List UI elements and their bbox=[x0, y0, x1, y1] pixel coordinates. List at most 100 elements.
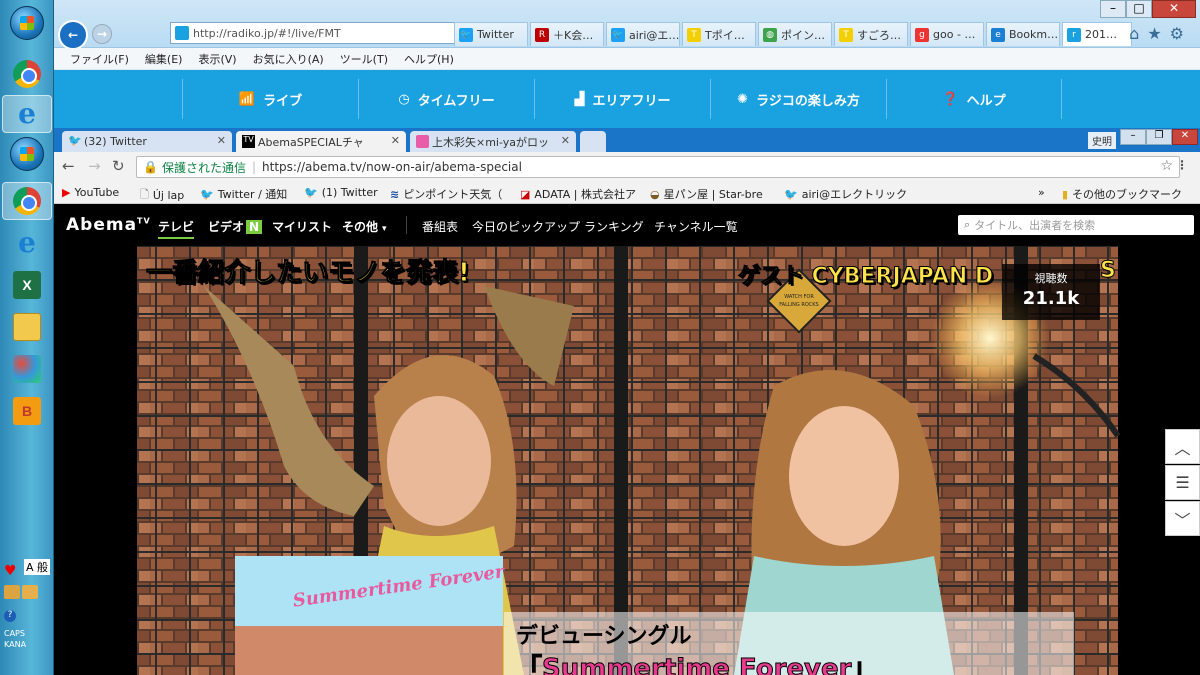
abema-nav-pickup[interactable]: 今日のピックアップ bbox=[472, 218, 580, 235]
abema-favicon-icon: TV bbox=[242, 135, 255, 148]
bookmark-youtube[interactable]: ▶ YouTube bbox=[62, 186, 119, 199]
minimize-button[interactable]: – bbox=[1100, 0, 1126, 18]
search-icon: ⌕ bbox=[964, 218, 971, 231]
other-bookmarks[interactable]: ▮ その他のブックマーク bbox=[1062, 186, 1182, 202]
taskbar-paint[interactable] bbox=[2, 350, 52, 388]
bookmark-airi[interactable]: 🐦 airi@エレクトリック bbox=[784, 186, 907, 202]
ie-home-fav-gear-icons[interactable]: ⌂★⚙ bbox=[1129, 24, 1192, 43]
radiko-favicon-icon bbox=[175, 26, 189, 40]
close-button[interactable]: ✕ bbox=[1152, 0, 1196, 18]
chrome-icon bbox=[13, 187, 41, 215]
ie-tab[interactable]: T すごろ… bbox=[834, 22, 908, 46]
abema-nav-other[interactable]: その他 ▾ bbox=[342, 218, 387, 235]
minimize-button[interactable]: – bbox=[1120, 129, 1146, 145]
bookmarks-overflow-icon[interactable]: » bbox=[1038, 186, 1045, 199]
tray-app-icon[interactable] bbox=[22, 585, 38, 599]
app-shortcut-icon: B bbox=[13, 397, 41, 425]
weather-icon: ≋ bbox=[390, 187, 400, 201]
caption-right-tail: S bbox=[1100, 258, 1117, 284]
abema-search-input[interactable]: ⌕ タイトル、出演者を検索 bbox=[958, 215, 1194, 235]
chrome-tab-mi-ya[interactable]: 上木彩矢×mi-yaがロッ ✕ bbox=[410, 131, 576, 152]
bookmark-weather[interactable]: ≋ ピンポイント天気（ bbox=[390, 186, 502, 202]
tray-app-icon[interactable] bbox=[4, 585, 20, 599]
svg-text:FALLING ROCKS: FALLING ROCKS bbox=[779, 302, 818, 308]
close-button[interactable]: ✕ bbox=[1172, 129, 1198, 145]
abema-nav-tv[interactable]: テレビ bbox=[158, 218, 195, 239]
channel-list-button[interactable]: ☰ bbox=[1165, 465, 1200, 500]
debut-label: デビューシングル bbox=[516, 624, 692, 649]
back-arrow-icon[interactable]: ← bbox=[58, 20, 88, 50]
menu-file[interactable]: ファイル(F) bbox=[54, 51, 137, 67]
chrome-tab-abema[interactable]: TV AbemaSPECIALチャ ✕ bbox=[236, 131, 406, 152]
video-player[interactable]: WATCH FOR FALLING ROCKS 一番紹介したいモノを発表! ゲス… bbox=[54, 246, 1200, 675]
ime-indicator[interactable]: A 般 bbox=[24, 559, 51, 575]
bookmark-star-icon[interactable]: ☆ bbox=[1160, 158, 1173, 174]
bookmark-adata[interactable]: ◪ ADATA | 株式会社ア bbox=[520, 186, 636, 202]
chrome-user-badge[interactable]: 史明 bbox=[1088, 132, 1116, 149]
ie-tab[interactable]: ◍ ポイン… bbox=[758, 22, 832, 46]
help-icon[interactable]: ? bbox=[4, 610, 16, 622]
ie-tab[interactable]: 🐦 Twitter bbox=[454, 22, 528, 46]
forward-arrow-icon[interactable]: → bbox=[88, 157, 101, 175]
bookmarks-bar: ▶ YouTube 🗋 Új lap 🐦 Twitter / 通知 🐦 (1) Twit… bbox=[54, 182, 1200, 204]
chrome-omnibox[interactable]: 🔒 保護された通信 | https://abema.tv/now-on-air/… bbox=[136, 156, 1180, 178]
chrome-menu-icon[interactable]: ⋮ bbox=[1176, 158, 1188, 172]
ie-tab[interactable]: T Tポイ… bbox=[682, 22, 756, 46]
bookmark-star-bread[interactable]: ◒ 星パン屋 | Star-bre bbox=[650, 186, 763, 202]
taskbar-chrome[interactable] bbox=[2, 55, 52, 93]
abema-nav-schedule[interactable]: 番組表 bbox=[422, 218, 458, 235]
radiko-nav-howto[interactable]: ✺ ラジコの楽しみ方 bbox=[710, 79, 886, 119]
menu-tools[interactable]: ツール(T) bbox=[332, 51, 396, 67]
start-button[interactable] bbox=[2, 4, 52, 42]
viewer-count-box: 視聴数 21.1k bbox=[1002, 264, 1100, 320]
taskbar-ie[interactable]: e bbox=[2, 95, 52, 133]
taskbar-chrome-2[interactable] bbox=[2, 182, 52, 220]
abema-nav-mylist[interactable]: マイリスト bbox=[272, 218, 332, 235]
lightbulb-icon: ✺ bbox=[737, 91, 749, 107]
taskbar-shortcut[interactable]: B bbox=[2, 392, 52, 430]
windows-orb-icon bbox=[10, 137, 44, 171]
new-tab-button[interactable] bbox=[580, 131, 606, 152]
radiko-nav-areafree[interactable]: ▟ エリアフリー bbox=[534, 79, 710, 119]
scroll-down-button[interactable]: ﹀ bbox=[1165, 501, 1200, 536]
scroll-up-button[interactable]: ︿ bbox=[1165, 429, 1200, 464]
chrome-toolbar: ← → ↻ 🔒 保護された通信 | https://abema.tv/now-o… bbox=[54, 152, 1200, 182]
radiko-nav-live[interactable]: 📶 ライブ bbox=[182, 79, 358, 119]
abema-logo[interactable]: AbemaTV bbox=[66, 215, 151, 235]
abema-nav-video[interactable]: ビデオ N bbox=[208, 218, 263, 235]
menu-edit[interactable]: 編集(E) bbox=[137, 51, 191, 67]
twitter-bird-icon: 🐦 bbox=[200, 187, 214, 201]
radiko-nav-timefree[interactable]: ◷ タイムフリー bbox=[358, 79, 534, 119]
maximize-button[interactable]: □ bbox=[1126, 0, 1152, 18]
reload-icon[interactable]: ↻ bbox=[112, 157, 125, 175]
ie-tab[interactable]: g goo - … bbox=[910, 22, 984, 46]
bookmark-uj-lap[interactable]: 🗋 Új lap bbox=[140, 186, 184, 205]
tab-close-icon[interactable]: ✕ bbox=[217, 134, 226, 147]
taskbar-start-2[interactable] bbox=[2, 135, 52, 173]
forward-arrow-icon[interactable]: → bbox=[92, 24, 112, 44]
twitter-bird-icon: 🐦 bbox=[68, 134, 82, 147]
menu-help[interactable]: ヘルプ(H) bbox=[396, 51, 462, 67]
taskbar-ie-2[interactable]: e bbox=[2, 224, 52, 262]
abema-nav-channels[interactable]: チャンネル一覧 bbox=[654, 218, 738, 235]
taskbar-excel[interactable]: X bbox=[2, 266, 52, 304]
secure-label: 保護された通信 bbox=[161, 160, 246, 175]
back-arrow-icon[interactable]: ← bbox=[62, 157, 75, 175]
chrome-tab-twitter[interactable]: 🐦 (32) Twitter ✕ bbox=[62, 131, 232, 152]
falling-rocks-sign: WATCH FOR bbox=[784, 294, 814, 300]
bookmark-twitter-notify[interactable]: 🐦 Twitter / 通知 bbox=[200, 186, 287, 202]
ie-tab[interactable]: R ＋K会… bbox=[530, 22, 604, 46]
menu-favorites[interactable]: お気に入り(A) bbox=[245, 51, 332, 67]
clock-icon: ◷ bbox=[398, 91, 410, 107]
tab-close-icon[interactable]: ✕ bbox=[391, 134, 400, 147]
taskbar-explorer[interactable] bbox=[2, 308, 52, 346]
tab-close-icon[interactable]: ✕ bbox=[561, 134, 570, 147]
ie-tab[interactable]: r 201… bbox=[1062, 22, 1132, 46]
radiko-nav-help[interactable]: ❓ ヘルプ bbox=[886, 79, 1062, 119]
abema-nav-ranking[interactable]: ランキング bbox=[584, 218, 644, 235]
ie-tab[interactable]: 🐦 airi@エ… bbox=[606, 22, 680, 46]
bookmark-twitter[interactable]: 🐦 (1) Twitter bbox=[304, 186, 378, 199]
menu-view[interactable]: 表示(V) bbox=[190, 51, 244, 67]
ie-tab[interactable]: e Bookm… bbox=[986, 22, 1060, 46]
restore-button[interactable]: ❐ bbox=[1146, 129, 1172, 145]
